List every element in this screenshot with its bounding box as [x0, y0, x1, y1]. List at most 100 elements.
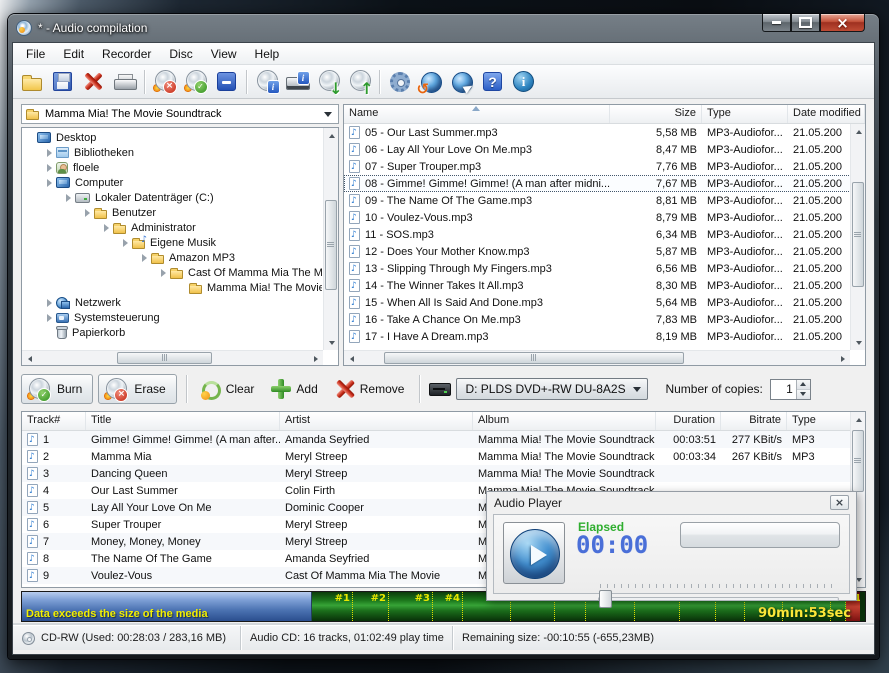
menu-item[interactable]: Disc	[160, 47, 201, 61]
scrollbar-thumb[interactable]	[384, 352, 684, 364]
tree-vertical-scrollbar[interactable]	[323, 128, 338, 350]
toolbar-button-delete[interactable]	[79, 68, 108, 96]
toolbar-button-website[interactable]	[447, 68, 476, 96]
toolbar-button-about[interactable]	[509, 68, 538, 96]
expander-icon[interactable]	[104, 224, 109, 232]
stepper-up-button[interactable]	[797, 380, 810, 390]
column-header-title[interactable]: Title	[86, 412, 280, 430]
file-row[interactable]: 07 - Super Trouper.mp3 7,76 MB MP3-Audio…	[344, 158, 865, 175]
toolbar-button-recorder-info[interactable]	[283, 68, 312, 96]
file-row[interactable]: 08 - Gimme! Gimme! Gimme! (A man after m…	[344, 175, 865, 192]
tree-item-computer[interactable]: Computer	[24, 175, 322, 190]
expander-icon[interactable]	[47, 164, 52, 172]
file-list-horizontal-scrollbar[interactable]	[344, 350, 850, 365]
toolbar-button-eject[interactable]	[212, 68, 241, 96]
tree-item-user[interactable]: floele	[24, 160, 322, 175]
audio-player-window[interactable]: Audio Player Elapsed 00:00	[486, 491, 857, 601]
copies-value[interactable]: 1	[771, 380, 796, 399]
tree-item-folder[interactable]: Cast Of Mamma Mia The Mov	[24, 265, 322, 280]
toolbar-button-settings[interactable]	[385, 68, 414, 96]
track-row[interactable]: 2 Mamma Mia Meryl Streep Mamma Mia! The …	[22, 448, 865, 465]
volume-slider[interactable]	[598, 584, 839, 610]
minimize-button[interactable]	[762, 14, 791, 32]
audio-player-titlebar[interactable]: Audio Player	[487, 492, 856, 513]
close-button[interactable]	[820, 14, 865, 32]
toolbar-button-burn-disc[interactable]	[181, 68, 210, 96]
file-row[interactable]: 14 - The Winner Takes It All.mp3 8,30 MB…	[344, 277, 865, 294]
stepper-down-button[interactable]	[797, 390, 810, 399]
toolbar-button-disc-info[interactable]	[252, 68, 281, 96]
toolbar-button-print[interactable]	[110, 68, 139, 96]
toolbar-button-export[interactable]	[345, 68, 374, 96]
tree-item-recycle-bin[interactable]: Papierkorb	[24, 325, 322, 340]
file-row[interactable]: 12 - Does Your Mother Know.mp3 5,87 MB M…	[344, 243, 865, 260]
play-button[interactable]	[503, 522, 565, 584]
tree-item-control-panel[interactable]: Systemsteuerung	[24, 310, 322, 325]
file-row[interactable]: 09 - The Name Of The Game.mp3 8,81 MB MP…	[344, 192, 865, 209]
file-row[interactable]: 11 - SOS.mp3 6,34 MB MP3-Audiofor... 21.…	[344, 226, 865, 243]
expander-icon[interactable]	[123, 239, 128, 247]
menu-item[interactable]: Recorder	[93, 47, 160, 61]
toolbar-button-update[interactable]	[416, 68, 445, 96]
scrollbar-thumb[interactable]	[852, 182, 864, 287]
playback-progress-bar[interactable]	[680, 522, 840, 548]
column-header-date[interactable]: Date modified	[788, 105, 865, 123]
expander-icon[interactable]	[47, 314, 52, 322]
menu-item[interactable]: Edit	[54, 47, 93, 61]
track-row[interactable]: 3 Dancing Queen Meryl Streep Mamma Mia! …	[22, 465, 865, 482]
column-header-type[interactable]: Type	[702, 105, 788, 123]
clear-button[interactable]: Clear	[196, 374, 261, 404]
drive-select[interactable]: D: PLDS DVD+-RW DU-8A2S	[456, 378, 648, 400]
file-row[interactable]: 17 - I Have A Dream.mp3 8,19 MB MP3-Audi…	[344, 328, 865, 345]
menu-item[interactable]: Help	[246, 47, 289, 61]
toolbar-button-import[interactable]	[314, 68, 343, 96]
scrollbar-thumb[interactable]	[117, 352, 212, 364]
column-header-tracknum[interactable]: Track#	[22, 412, 86, 430]
burn-button[interactable]: Burn	[21, 374, 93, 404]
slider-handle[interactable]	[599, 590, 612, 608]
folder-path-combo[interactable]: Mamma Mia! The Movie Soundtrack	[21, 104, 339, 124]
file-row[interactable]: 16 - Take A Chance On Me.mp3 7,83 MB MP3…	[344, 311, 865, 328]
column-header-size[interactable]: Size	[610, 105, 702, 123]
maximize-button[interactable]	[791, 14, 820, 32]
expander-icon[interactable]	[161, 269, 166, 277]
toolbar-button-help[interactable]	[478, 68, 507, 96]
tree-item-folder[interactable]: Amazon MP3	[24, 250, 322, 265]
expander-icon[interactable]	[66, 194, 71, 202]
chevron-down-icon[interactable]	[324, 112, 332, 117]
tree-horizontal-scrollbar[interactable]	[22, 350, 323, 365]
audio-player-close-button[interactable]	[830, 495, 849, 510]
tree-item-desktop[interactable]: Desktop	[24, 130, 322, 145]
expander-icon[interactable]	[85, 209, 90, 217]
column-header-bitrate[interactable]: Bitrate	[721, 412, 787, 430]
toolbar-button-save[interactable]	[48, 68, 77, 96]
tree-item-drive[interactable]: Lokaler Datenträger (C:)	[24, 190, 322, 205]
file-row[interactable]: 06 - Lay All Your Love On Me.mp3 8,47 MB…	[344, 141, 865, 158]
file-row[interactable]: 05 - Our Last Summer.mp3 5,58 MB MP3-Aud…	[344, 124, 865, 141]
column-header-artist[interactable]: Artist	[280, 412, 473, 430]
tree-item-network[interactable]: Netzwerk	[24, 295, 322, 310]
toolbar-button-new-folder[interactable]	[17, 68, 46, 96]
titlebar[interactable]: * - Audio compilation	[12, 14, 875, 42]
expander-icon[interactable]	[47, 299, 52, 307]
erase-button[interactable]: Erase	[98, 374, 176, 404]
menu-item[interactable]: File	[17, 47, 54, 61]
track-row[interactable]: 1 Gimme! Gimme! Gimme! (A man after... A…	[22, 431, 865, 448]
tree-item-folder[interactable]: Mamma Mia! The Movie S	[24, 280, 322, 295]
expander-icon[interactable]	[142, 254, 147, 262]
toolbar-button-erase-disc[interactable]	[150, 68, 179, 96]
file-row[interactable]: 13 - Slipping Through My Fingers.mp3 6,5…	[344, 260, 865, 277]
add-button[interactable]: Add	[265, 374, 323, 404]
scrollbar-thumb[interactable]	[852, 430, 864, 492]
column-header-album[interactable]: Album	[473, 412, 656, 430]
menu-item[interactable]: View	[202, 47, 246, 61]
file-list-vertical-scrollbar[interactable]	[850, 124, 865, 350]
copies-stepper[interactable]: 1	[770, 379, 811, 400]
expander-icon[interactable]	[47, 149, 52, 157]
file-row[interactable]: 10 - Voulez-Vous.mp3 8,79 MB MP3-Audiofo…	[344, 209, 865, 226]
tree-item-music-folder[interactable]: Eigene Musik	[24, 235, 322, 250]
scrollbar-thumb[interactable]	[325, 200, 337, 290]
tree-item-folder[interactable]: Administrator	[24, 220, 322, 235]
file-row[interactable]: 15 - When All Is Said And Done.mp3 5,64 …	[344, 294, 865, 311]
expander-icon[interactable]	[47, 179, 52, 187]
